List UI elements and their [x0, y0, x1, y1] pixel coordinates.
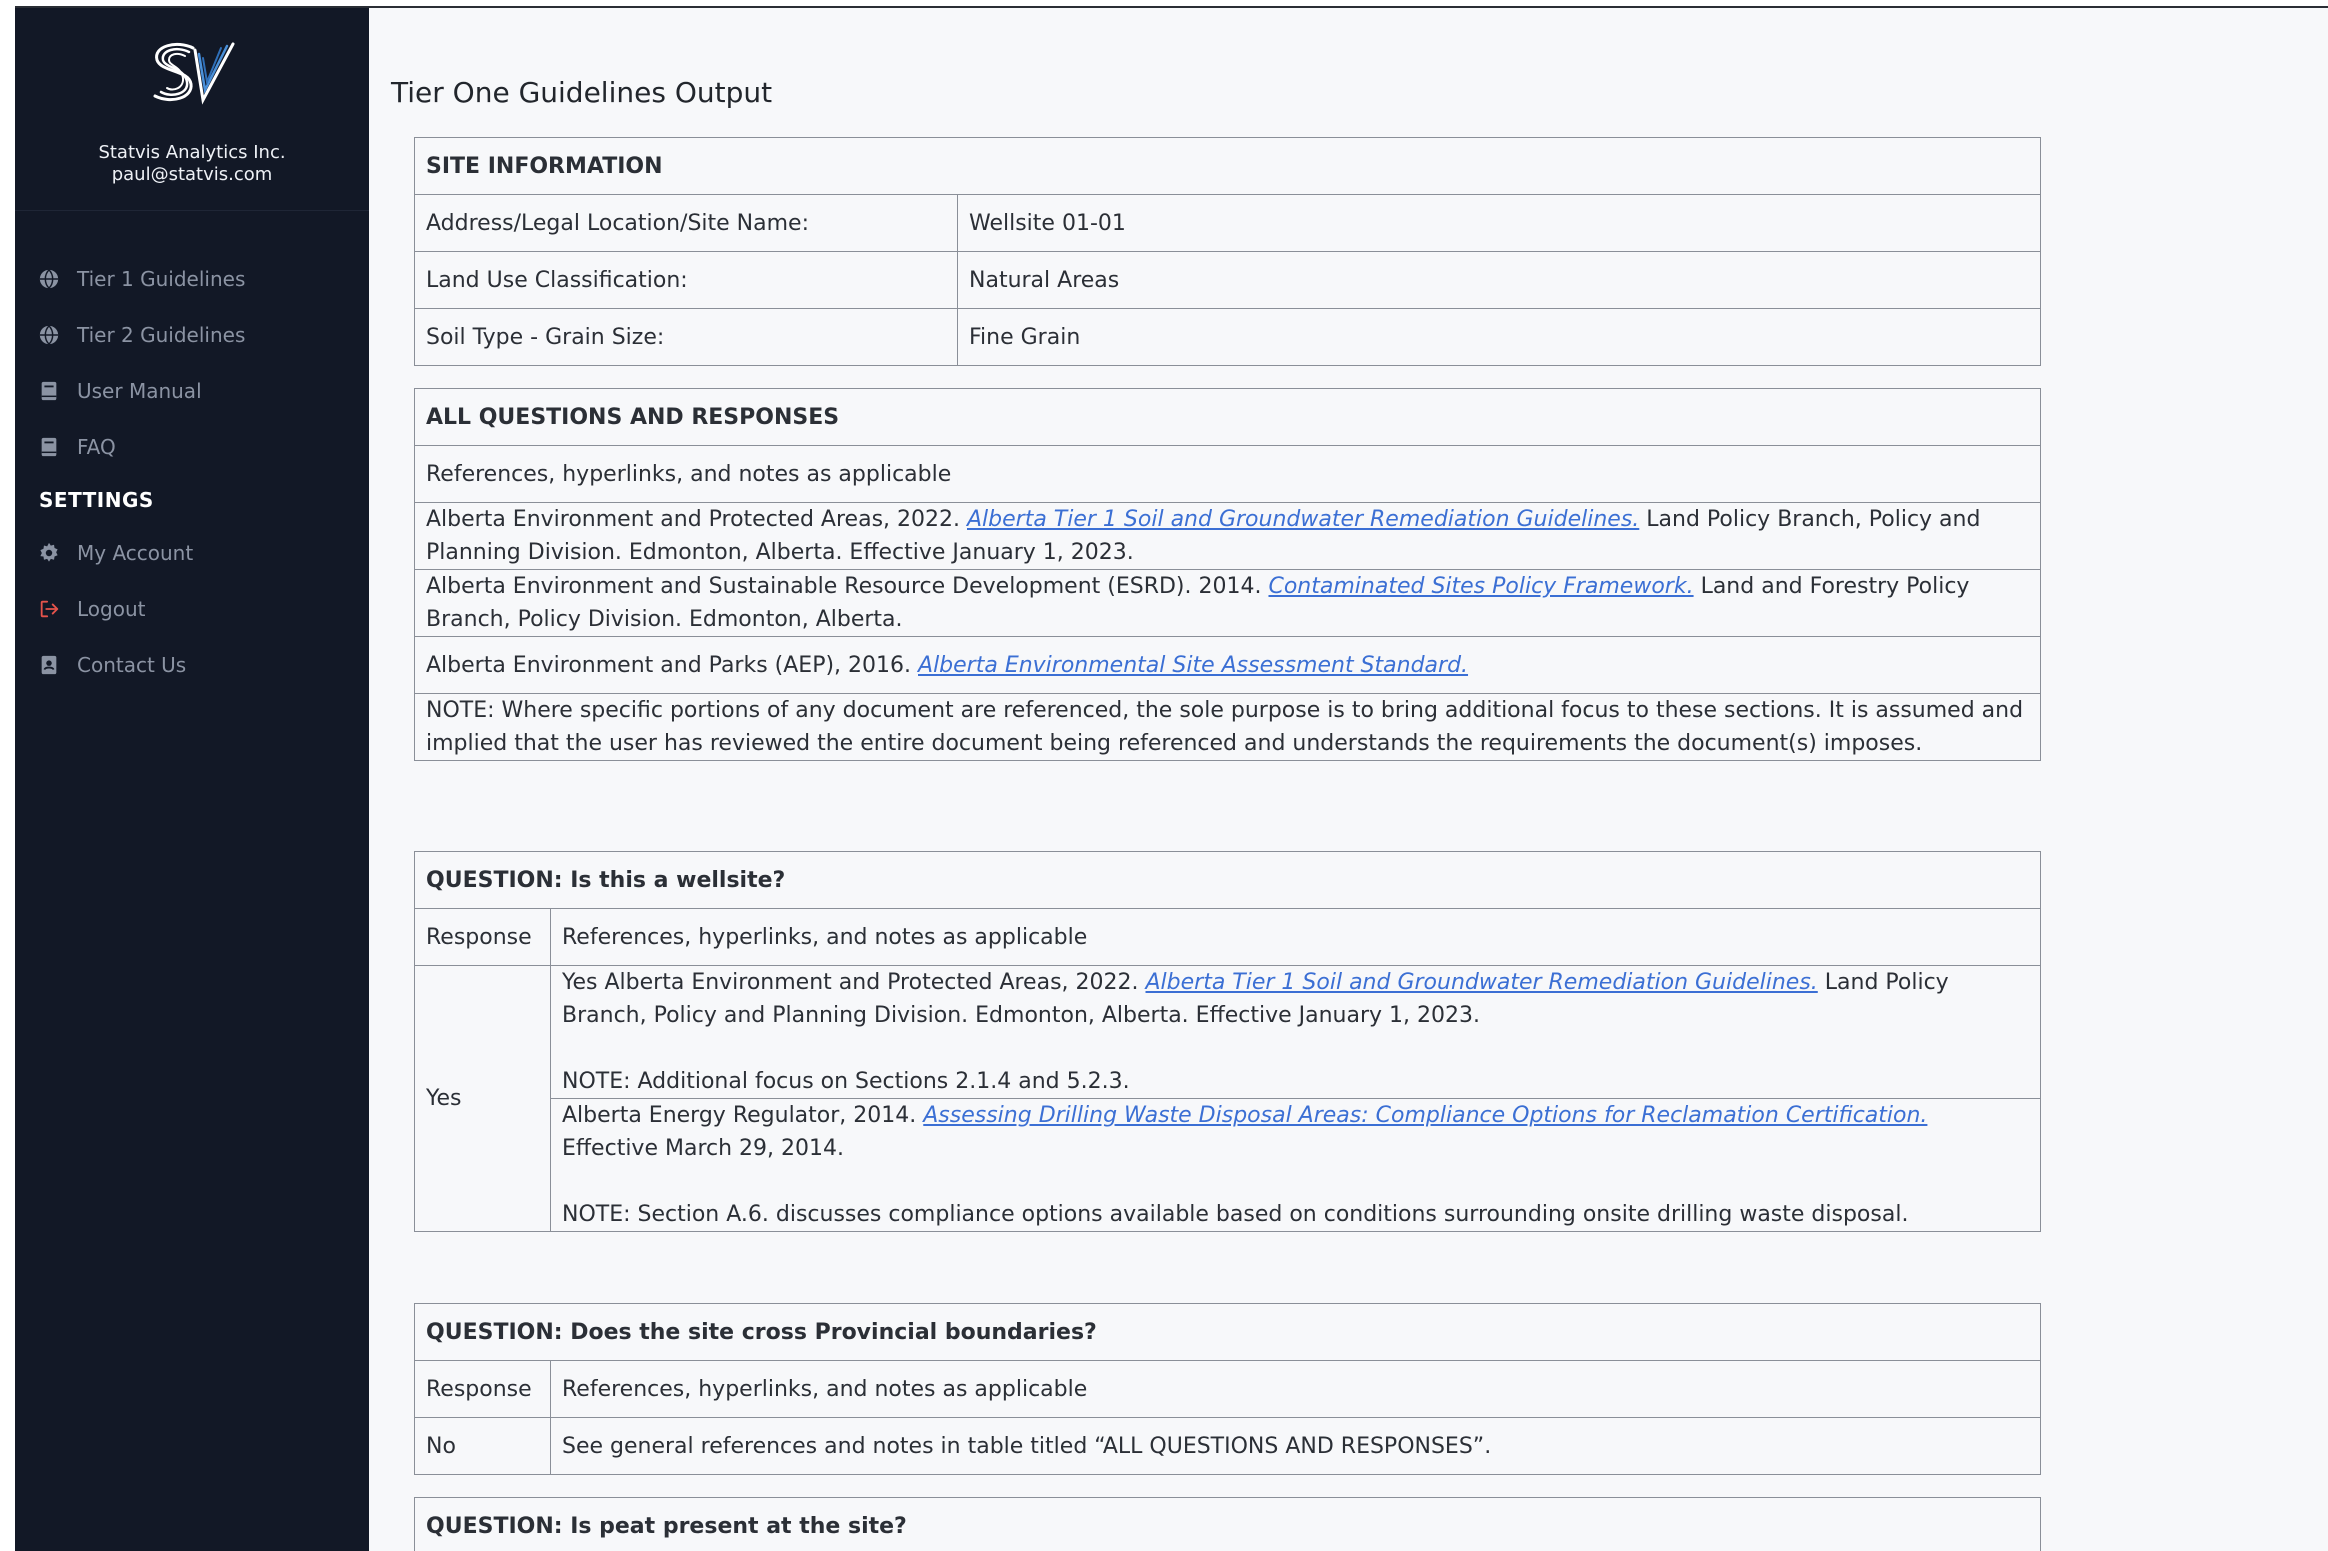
- sidebar-item-my-account[interactable]: My Account: [15, 525, 369, 581]
- response-answer: No: [414, 1417, 551, 1475]
- table-row: No See general references and notes in t…: [414, 1417, 2041, 1475]
- table-row: Response References, hyperlinks, and not…: [414, 1360, 2041, 1418]
- table-row: Alberta Environment and Parks (AEP), 201…: [414, 636, 2041, 694]
- references-column-label: References, hyperlinks, and notes as app…: [550, 908, 2041, 966]
- table-row: Land Use Classification: Natural Areas: [414, 251, 2041, 309]
- reference-cell: Alberta Environment and Protected Areas,…: [414, 502, 2041, 570]
- reference-text: Alberta Environment and Protected Areas,…: [426, 507, 967, 532]
- globe-icon: [37, 267, 61, 291]
- reference-note: NOTE: Section A.6. discusses compliance …: [562, 1202, 1909, 1227]
- logout-icon: [37, 597, 61, 621]
- sidebar-item-label: Tier 2 Guidelines: [77, 323, 246, 347]
- sidebar-item-tier1[interactable]: Tier 1 Guidelines: [15, 251, 369, 307]
- table-row: Yes Yes Alberta Environment and Protecte…: [414, 965, 2041, 1232]
- sidebar-item-user-manual[interactable]: User Manual: [15, 363, 369, 419]
- question-header: QUESTION: Is this a wellsite?: [414, 851, 2041, 909]
- references-column-label: References, hyperlinks, and notes as app…: [550, 1360, 2041, 1418]
- company-name: Statvis Analytics Inc.: [98, 142, 286, 163]
- reference-text: Yes Alberta Environment and Protected Ar…: [562, 970, 1146, 995]
- site-information-table: SITE INFORMATION Address/Legal Location/…: [414, 137, 2041, 366]
- sidebar: Statvis Analytics Inc. paul@statvis.com …: [15, 8, 369, 1551]
- site-info-label: Land Use Classification:: [414, 251, 958, 309]
- sidebar-item-tier2[interactable]: Tier 2 Guidelines: [15, 307, 369, 363]
- reference-cell: Yes Alberta Environment and Protected Ar…: [550, 965, 2041, 1099]
- sidebar-nav: Tier 1 Guidelines Tier 2 Guidelines User…: [15, 211, 369, 693]
- window-top-border: [0, 0, 2328, 8]
- reference-link[interactable]: Alberta Environmental Site Assessment St…: [918, 653, 1468, 678]
- reference-cell: Alberta Energy Regulator, 2014. Assessin…: [550, 1098, 2041, 1232]
- note-cell: NOTE: Where specific portions of any doc…: [414, 693, 2041, 761]
- left-gutter: [0, 0, 15, 1551]
- reference-link[interactable]: Assessing Drilling Waste Disposal Areas:…: [923, 1103, 1927, 1128]
- contact-icon: [37, 653, 61, 677]
- sidebar-item-logout[interactable]: Logout: [15, 581, 369, 637]
- reference-note: NOTE: Additional focus on Sections 2.1.4…: [562, 1069, 1130, 1094]
- table-row: Address/Legal Location/Site Name: Wellsi…: [414, 194, 2041, 252]
- question-peat-table: QUESTION: Is peat present at the site?: [414, 1497, 2041, 1551]
- table-row: Alberta Environment and Protected Areas,…: [414, 502, 2041, 570]
- question-wellsite-table: QUESTION: Is this a wellsite? Response R…: [414, 851, 2041, 1232]
- question-provincial-table: QUESTION: Does the site cross Provincial…: [414, 1303, 2041, 1475]
- table-row: Alberta Environment and Sustainable Reso…: [414, 569, 2041, 637]
- reference-link[interactable]: Contaminated Sites Policy Framework.: [1268, 574, 1693, 599]
- reference-link[interactable]: Alberta Tier 1 Soil and Groundwater Reme…: [967, 507, 1639, 532]
- sidebar-item-label: Contact Us: [77, 653, 187, 677]
- reference-link[interactable]: Alberta Tier 1 Soil and Groundwater Reme…: [1146, 970, 1818, 995]
- site-info-value: Wellsite 01-01: [957, 194, 2041, 252]
- statvis-logo: [15, 8, 369, 118]
- table-row: Alberta Energy Regulator, 2014. Assessin…: [415, 1098, 2041, 1232]
- reference-text: Alberta Environment and Sustainable Reso…: [426, 574, 1269, 599]
- table-row: NOTE: Where specific portions of any doc…: [414, 693, 2041, 761]
- reference-text: Effective March 29, 2014.: [562, 1136, 844, 1161]
- table-row: Response References, hyperlinks, and not…: [414, 908, 2041, 966]
- site-info-label: Address/Legal Location/Site Name:: [414, 194, 958, 252]
- question-header: QUESTION: Does the site cross Provincial…: [414, 1303, 2041, 1361]
- sidebar-item-label: Logout: [77, 597, 146, 621]
- table-row: Soil Type - Grain Size: Fine Grain: [414, 308, 2041, 366]
- response-column-label: Response: [414, 908, 551, 966]
- site-info-header: SITE INFORMATION: [414, 137, 2041, 195]
- user-email: paul@statvis.com: [111, 164, 273, 185]
- sidebar-item-faq[interactable]: FAQ: [15, 419, 369, 475]
- reference-cell: Alberta Environment and Parks (AEP), 201…: [414, 636, 2041, 694]
- settings-section-label: SETTINGS: [39, 488, 154, 512]
- response-answer: Yes: [414, 965, 551, 1232]
- site-info-value: Fine Grain: [957, 308, 2041, 366]
- question-header: QUESTION: Is peat present at the site?: [414, 1497, 2041, 1551]
- reference-cell: Alberta Environment and Sustainable Reso…: [414, 569, 2041, 637]
- all-questions-subheader: References, hyperlinks, and notes as app…: [414, 445, 2041, 503]
- sidebar-item-label: My Account: [77, 541, 194, 565]
- site-info-value: Natural Areas: [957, 251, 2041, 309]
- globe-icon: [37, 323, 61, 347]
- book-icon: [37, 379, 61, 403]
- sidebar-item-contact-us[interactable]: Contact Us: [15, 637, 369, 693]
- page-title: Tier One Guidelines Output: [391, 76, 773, 109]
- response-column-label: Response: [414, 1360, 551, 1418]
- sidebar-item-label: User Manual: [77, 379, 202, 403]
- all-questions-table: ALL QUESTIONS AND RESPONSES References, …: [414, 388, 2041, 761]
- sidebar-item-label: FAQ: [77, 435, 116, 459]
- reference-text: Alberta Energy Regulator, 2014.: [562, 1103, 924, 1128]
- sidebar-item-label: Tier 1 Guidelines: [77, 267, 246, 291]
- sidebar-brand: Statvis Analytics Inc. paul@statvis.com: [15, 8, 369, 211]
- book-icon: [37, 435, 61, 459]
- note-cell: See general references and notes in tabl…: [550, 1417, 2041, 1475]
- gear-icon: [37, 541, 61, 565]
- site-info-label: Soil Type - Grain Size:: [414, 308, 958, 366]
- sv-logo-icon: [153, 42, 235, 105]
- main-content: Tier One Guidelines Output SITE INFORMAT…: [369, 8, 2328, 1551]
- reference-text: Alberta Environment and Parks (AEP), 201…: [426, 652, 919, 678]
- all-questions-header: ALL QUESTIONS AND RESPONSES: [414, 388, 2041, 446]
